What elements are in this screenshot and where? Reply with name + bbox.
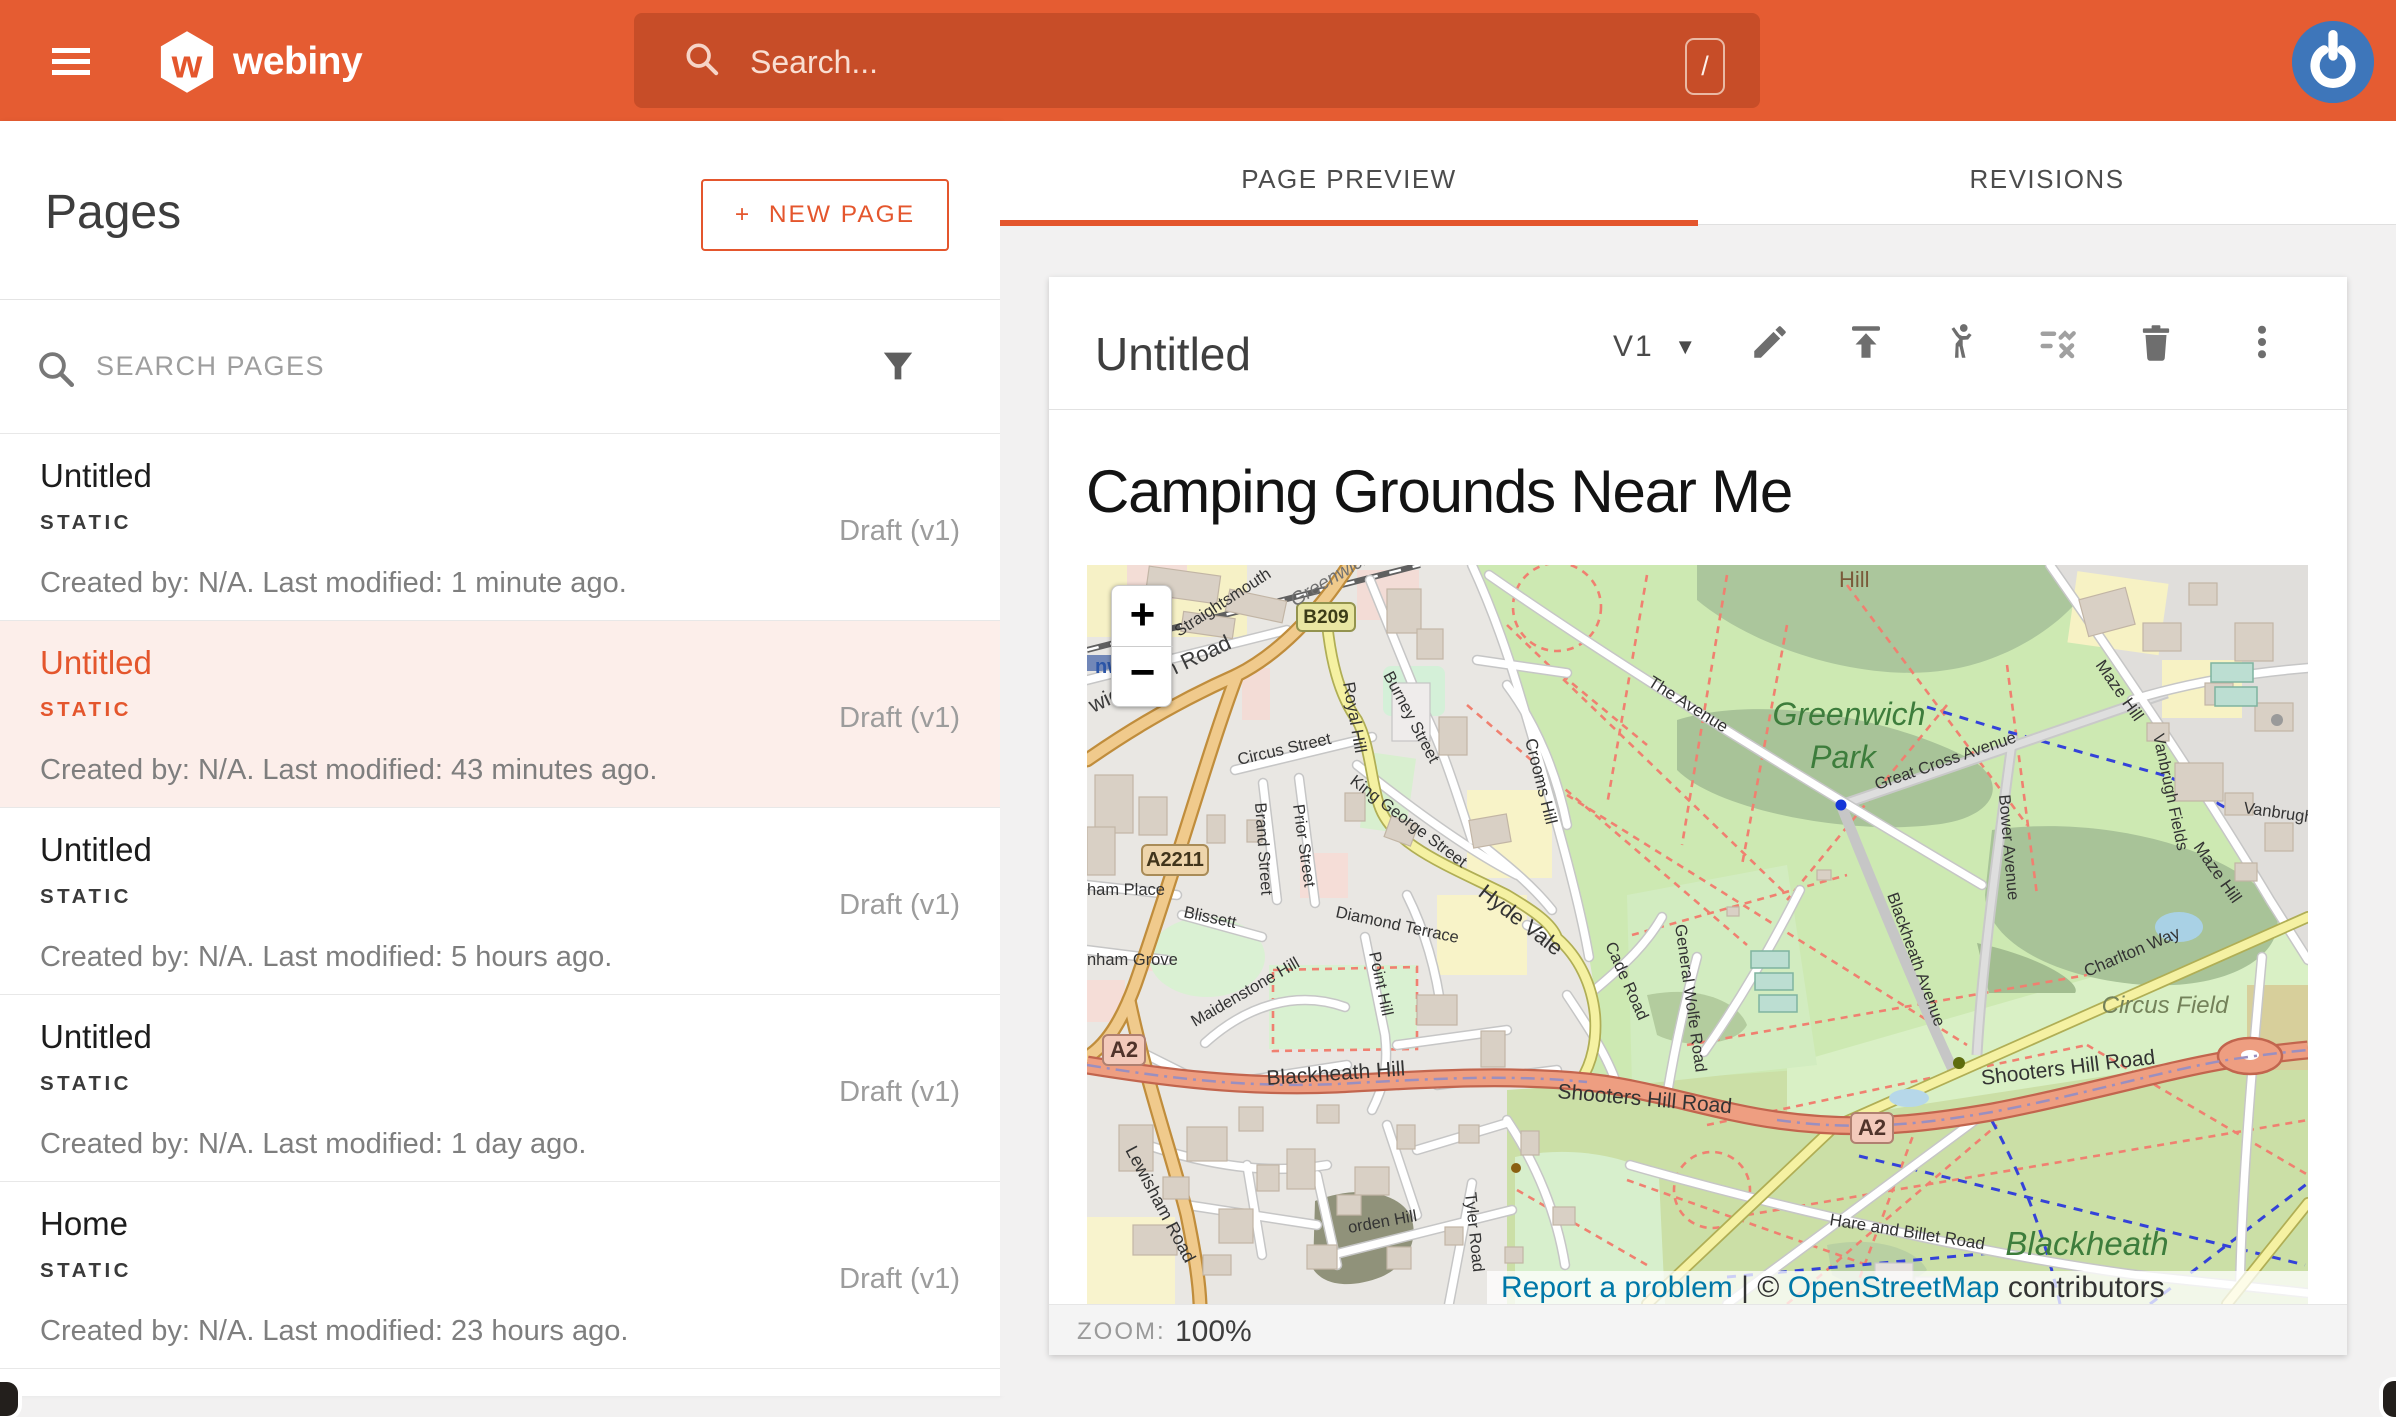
svg-text:Blackheath: Blackheath: [2005, 1225, 2168, 1262]
svg-text:Circus Field: Circus Field: [2102, 992, 2229, 1019]
svg-text:Park: Park: [1810, 739, 1878, 775]
svg-text:w: w: [171, 43, 203, 87]
svg-text:A2: A2: [1858, 1115, 1886, 1140]
svg-text:nham Grove: nham Grove: [1087, 951, 1178, 969]
svg-text:A2211: A2211: [1146, 849, 1204, 871]
svg-text:Greenwich: Greenwich: [1773, 696, 1926, 732]
svg-text:ham Place: ham Place: [1087, 881, 1165, 899]
svg-text:Hill: Hill: [1839, 567, 1870, 592]
svg-text:B209: B209: [1303, 607, 1348, 628]
svg-text:A2: A2: [1110, 1037, 1138, 1062]
